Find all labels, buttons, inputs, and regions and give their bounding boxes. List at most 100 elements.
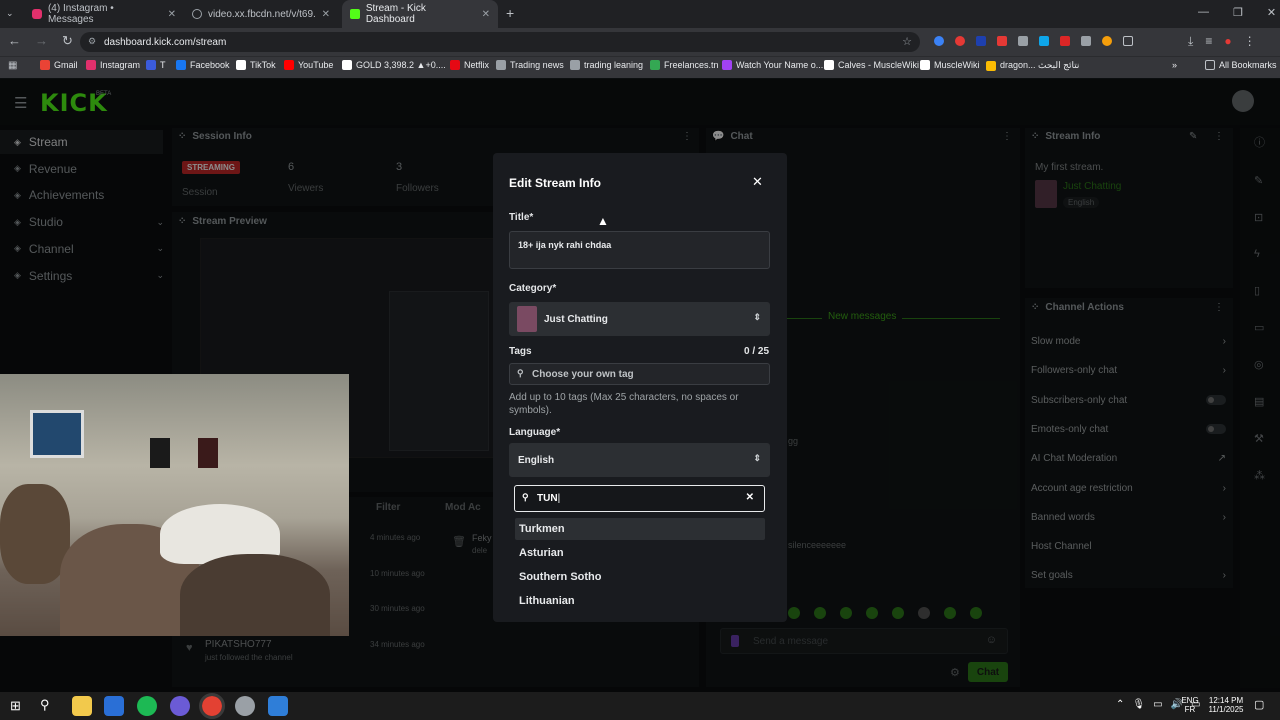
poster-image [150, 438, 170, 468]
extensions-puzzle-icon[interactable] [1123, 36, 1133, 46]
tab-label: Stream - Kick Dashboard [365, 3, 426, 25]
url-text: dashboard.kick.com/stream [104, 36, 227, 48]
language-option[interactable]: Lithuanian [515, 590, 765, 612]
extension-icon[interactable] [976, 36, 986, 46]
tab-list-chevron-icon[interactable]: ⌄ [6, 8, 14, 19]
extension-icon[interactable] [1039, 36, 1049, 46]
bookmark-item[interactable]: Netflix [450, 60, 489, 70]
maximize-button[interactable]: ❐ [1233, 6, 1243, 19]
notification-icon[interactable]: ▢ [1254, 698, 1264, 711]
extension-icon[interactable] [1102, 36, 1112, 46]
bookmark-item[interactable]: T [146, 60, 166, 70]
apps-grid-icon[interactable]: ▦ [8, 60, 17, 71]
search-icon: ⚲ [522, 492, 529, 502]
close-tab-icon[interactable]: ✕ [482, 9, 490, 20]
reading-list-icon[interactable]: ≡ [1205, 34, 1212, 49]
bookmark-label: T [160, 60, 166, 70]
bookmark-label: YouTube [298, 60, 334, 70]
tab-kick-dashboard[interactable]: Stream - Kick Dashboard ✕ [342, 0, 498, 28]
bookmark-item[interactable]: Gmail [40, 60, 78, 70]
forward-button[interactable]: → [35, 33, 48, 49]
category-select[interactable]: Just Chatting ⇕ [509, 302, 770, 336]
close-modal-icon[interactable]: ✕ [752, 174, 763, 190]
store-icon[interactable] [104, 696, 124, 716]
lang-sub-text: FR [1184, 705, 1196, 714]
extension-icon[interactable] [1018, 36, 1028, 46]
bookmark-item[interactable]: MuscleWiki [920, 60, 980, 70]
download-icon[interactable]: ⤓ [1188, 34, 1193, 49]
clear-search-icon[interactable]: ✕ [746, 492, 754, 503]
bookmark-item[interactable]: Freelances.tn [650, 60, 719, 70]
language-select[interactable]: English ⇕ [509, 443, 770, 477]
modal-title: Edit Stream Info [509, 176, 602, 190]
search-icon: ⚲ [517, 368, 524, 378]
bookmark-item[interactable]: Facebook [176, 60, 230, 70]
window-close-button[interactable]: ✕ [1267, 6, 1276, 19]
tab-video[interactable]: video.xx.fbcdn.net/v/t69.45643 ✕ [184, 0, 338, 28]
site-info-icon[interactable]: ⚙ [88, 36, 96, 47]
bookmark-item[interactable]: GOLD 3,398.2 ▲+0.... [342, 60, 446, 70]
back-button[interactable]: ← [8, 33, 21, 49]
bookmark-favicon-icon [920, 60, 930, 70]
profile-icon[interactable]: ● [1224, 34, 1231, 49]
search-icon[interactable]: ⚲ [40, 697, 50, 713]
tags-input[interactable]: ⚲ Choose your own tag [509, 363, 770, 385]
extension-icon[interactable] [955, 36, 965, 46]
webcam-overlay-video [0, 374, 349, 636]
app-icon[interactable] [170, 696, 190, 716]
bookmark-item[interactable]: Calves - MuscleWiki [824, 60, 919, 70]
clock[interactable]: 12:14 PM 11/1/2025 [1204, 696, 1248, 714]
address-bar[interactable]: ⚙ dashboard.kick.com/stream ☆ [80, 32, 920, 52]
bookmark-label: Gmail [54, 60, 78, 70]
bookmark-item[interactable]: trading leaning [570, 60, 643, 70]
show-hidden-icons-chevron-icon[interactable]: ⌃ [1116, 699, 1124, 710]
bookmark-item[interactable]: Instagram [86, 60, 140, 70]
bookmark-item[interactable]: YouTube [284, 60, 333, 70]
minimize-button[interactable]: — [1198, 6, 1209, 19]
close-tab-icon[interactable]: ✕ [168, 9, 176, 20]
extension-icon[interactable] [1081, 36, 1091, 46]
windows-start-icon[interactable]: ⊞ [10, 698, 21, 714]
bookmark-favicon-icon [176, 60, 186, 70]
spotify-icon[interactable] [137, 696, 157, 716]
language-option[interactable]: Turkmen [515, 518, 765, 540]
title-input[interactable]: 18+ ija nyk rahi chdaa [509, 231, 770, 269]
instagram-icon [32, 9, 42, 19]
bookmark-item[interactable]: dragon... نتائج البحث [986, 60, 1079, 71]
network-icon[interactable]: ▭ [1153, 699, 1162, 710]
more-bookmarks-chevron-icon[interactable]: » [1172, 60, 1177, 70]
bookmark-item[interactable]: TikTok [236, 60, 276, 70]
bookmark-item[interactable]: Trading news [496, 60, 564, 70]
bookmark-favicon-icon [146, 60, 156, 70]
person [180, 554, 330, 636]
menu-kebab-icon[interactable]: ⋮ [1244, 34, 1256, 49]
input-language[interactable]: ENG FR [1180, 696, 1200, 714]
tab-label: video.xx.fbcdn.net/v/t69.45643 [207, 8, 316, 20]
bookmark-star-icon[interactable]: ☆ [902, 35, 912, 48]
app-icon[interactable] [268, 696, 288, 716]
bookmark-favicon-icon [824, 60, 834, 70]
app-icon[interactable] [235, 696, 255, 716]
microphone-icon[interactable]: 🎙 [1132, 699, 1145, 710]
all-bookmarks-folder[interactable]: All Bookmarks [1205, 60, 1277, 70]
bookmark-item[interactable]: Watch Your Name o... [722, 60, 823, 70]
bookmark-label: Facebook [190, 60, 230, 70]
tab-instagram[interactable]: (4) Instagram • Messages ✕ [24, 0, 184, 28]
extension-icon[interactable] [997, 36, 1007, 46]
extension-icon[interactable] [1060, 36, 1070, 46]
select-arrows-icon: ⇕ [753, 453, 761, 463]
bookmark-label: GOLD 3,398.2 ▲+0.... [356, 60, 446, 70]
reload-button[interactable]: ↻ [62, 33, 73, 49]
language-option[interactable]: Asturian [515, 542, 765, 564]
extension-icon[interactable] [934, 36, 944, 46]
chrome-icon[interactable] [199, 693, 225, 719]
select-arrows-icon: ⇕ [753, 312, 761, 322]
file-explorer-icon[interactable] [72, 696, 92, 716]
poster-image [198, 438, 218, 468]
language-search-input[interactable]: ⚲ TUN | ✕ [514, 485, 765, 512]
close-tab-icon[interactable]: ✕ [322, 9, 330, 20]
clock-date: 11/1/2025 [1208, 705, 1244, 714]
bookmark-favicon-icon [650, 60, 660, 70]
new-tab-button[interactable]: + [506, 5, 514, 21]
language-option[interactable]: Southern Sotho [515, 566, 765, 588]
